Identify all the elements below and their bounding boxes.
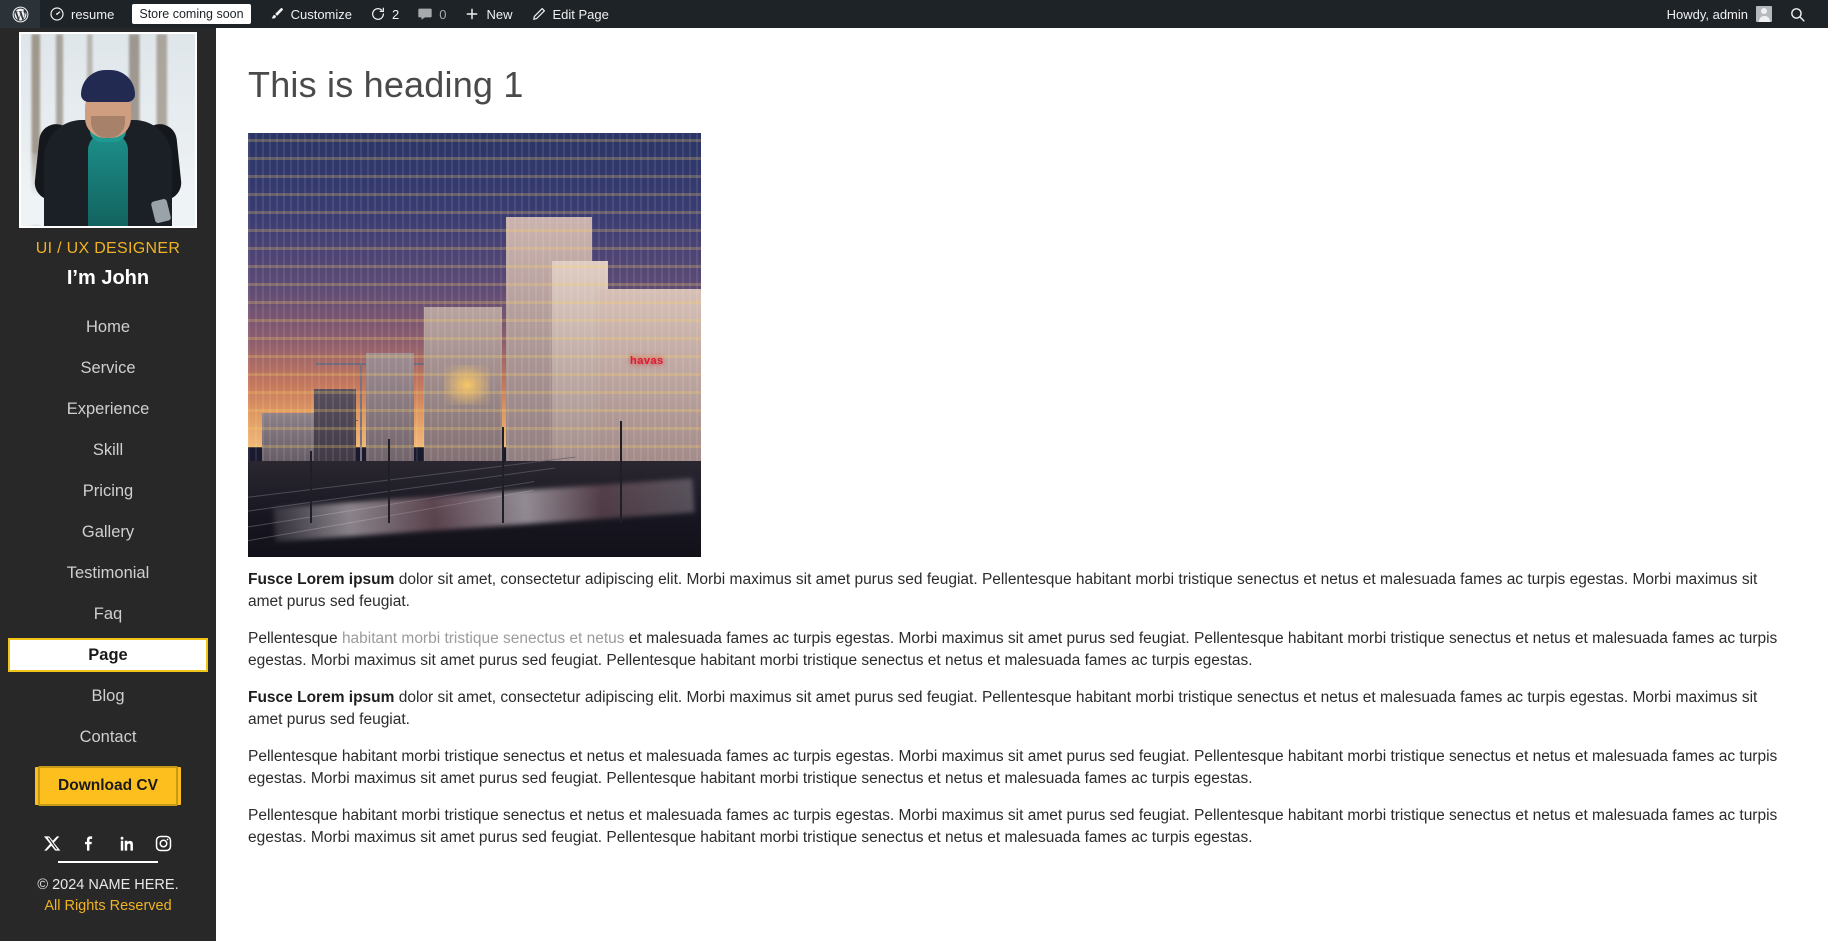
sidebar-item-skill[interactable]: Skill <box>8 433 208 467</box>
sidebar-item-service[interactable]: Service <box>8 351 208 385</box>
updates-button[interactable]: 2 <box>361 0 408 28</box>
page-content: This is heading 1 havas Fusce Lorem ipsu… <box>216 28 1828 941</box>
paragraph-3: Fusce Lorem ipsum dolor sit amet, consec… <box>248 687 1784 730</box>
updates-count: 2 <box>392 6 400 22</box>
howdy-label: Howdy, admin <box>1666 6 1748 22</box>
sidebar-item-contact[interactable]: Contact <box>8 720 208 754</box>
havas-sign: havas <box>630 355 664 367</box>
paragraph-1-lead: Fusce Lorem ipsum <box>248 571 395 588</box>
search-button[interactable] <box>1781 0 1818 28</box>
plus-icon <box>464 6 480 22</box>
profile-role: UI / UX DESIGNER <box>35 240 181 257</box>
new-content-button[interactable]: New <box>455 0 521 28</box>
site-sidebar: UI / UX DESIGNER I’m John Home Service E… <box>0 28 216 941</box>
sidebar-item-experience[interactable]: Experience <box>8 392 208 426</box>
photo-sweater <box>88 134 128 226</box>
rights-text: All Rights Reserved <box>44 898 172 914</box>
edit-page-label: Edit Page <box>552 6 609 22</box>
paragraph-5: Pellentesque habitant morbi tristique se… <box>248 807 1778 846</box>
wordpress-logo-button[interactable] <box>0 0 40 28</box>
pencil-icon <box>531 6 547 22</box>
catenary-pole <box>620 421 622 523</box>
wordpress-logo-icon <box>11 5 30 24</box>
instagram-icon[interactable] <box>154 834 173 853</box>
comment-bubble-icon <box>417 6 433 22</box>
admin-bar-left-group: resume Store coming soon Customize 2 0 N… <box>0 0 618 28</box>
profile-name: I’m John <box>66 267 150 289</box>
download-cv-button[interactable]: Download CV <box>38 766 178 806</box>
paragraph-1-rest: dolor sit amet, consectetur adipiscing e… <box>248 571 1758 610</box>
facebook-icon[interactable] <box>80 834 99 853</box>
new-label: New <box>486 6 513 22</box>
inline-link[interactable]: habitant morbi tristique senectus et net… <box>342 630 625 647</box>
linkedin-icon[interactable] <box>117 834 136 853</box>
my-account-menu[interactable]: Howdy, admin <box>1658 0 1781 28</box>
wp-admin-bar: resume Store coming soon Customize 2 0 N… <box>0 0 1828 28</box>
comments-count: 0 <box>439 6 447 22</box>
page-title: This is heading 1 <box>248 64 524 105</box>
customize-label: Customize <box>290 6 353 22</box>
store-status-item[interactable]: Store coming soon <box>123 0 259 28</box>
catenary-pole <box>310 451 312 523</box>
paintbrush-icon <box>269 6 285 22</box>
profile-photo <box>19 32 197 228</box>
updates-icon <box>370 6 386 22</box>
copyright-text: © 2024 NAME HERE. <box>37 877 179 893</box>
search-icon <box>1789 6 1806 23</box>
site-name-menu[interactable]: resume <box>40 0 123 28</box>
comments-button[interactable]: 0 <box>408 0 455 28</box>
paragraph-3-rest: dolor sit amet, consectetur adipiscing e… <box>248 689 1758 728</box>
customize-button[interactable]: Customize <box>260 0 361 28</box>
hero-image: havas <box>248 133 701 557</box>
paragraph-2-pre: Pellentesque <box>248 630 342 647</box>
paragraph-3-lead: Fusce Lorem ipsum <box>248 689 395 706</box>
x-twitter-icon[interactable] <box>43 834 62 853</box>
social-links <box>43 834 172 863</box>
dashboard-icon <box>49 6 65 22</box>
paragraph-2: Pellentesque habitant morbi tristique se… <box>248 628 1784 671</box>
sidebar-item-blog[interactable]: Blog <box>8 679 208 713</box>
site-name-label: resume <box>71 6 115 22</box>
sidebar-item-pricing[interactable]: Pricing <box>8 474 208 508</box>
catenary-pole <box>388 439 390 523</box>
sidebar-item-faq[interactable]: Faq <box>8 597 208 631</box>
sidebar-item-home[interactable]: Home <box>8 310 208 344</box>
paragraph-4: Pellentesque habitant morbi tristique se… <box>248 748 1778 787</box>
sidebar-nav: Home Service Experience Skill Pricing Ga… <box>0 310 216 754</box>
edit-page-button[interactable]: Edit Page <box>522 0 618 28</box>
cta-container: Download CV <box>0 766 216 806</box>
user-avatar-icon <box>1756 6 1772 22</box>
sidebar-item-gallery[interactable]: Gallery <box>8 515 208 549</box>
paragraph-1: Fusce Lorem ipsum dolor sit amet, consec… <box>248 569 1784 612</box>
sidebar-item-testimonial[interactable]: Testimonial <box>8 556 208 590</box>
admin-bar-right-group: Howdy, admin <box>1658 0 1828 28</box>
window-glow <box>444 365 490 405</box>
catenary-pole <box>502 427 504 523</box>
store-coming-soon-badge: Store coming soon <box>132 4 251 24</box>
sidebar-item-page[interactable]: Page <box>8 638 208 672</box>
